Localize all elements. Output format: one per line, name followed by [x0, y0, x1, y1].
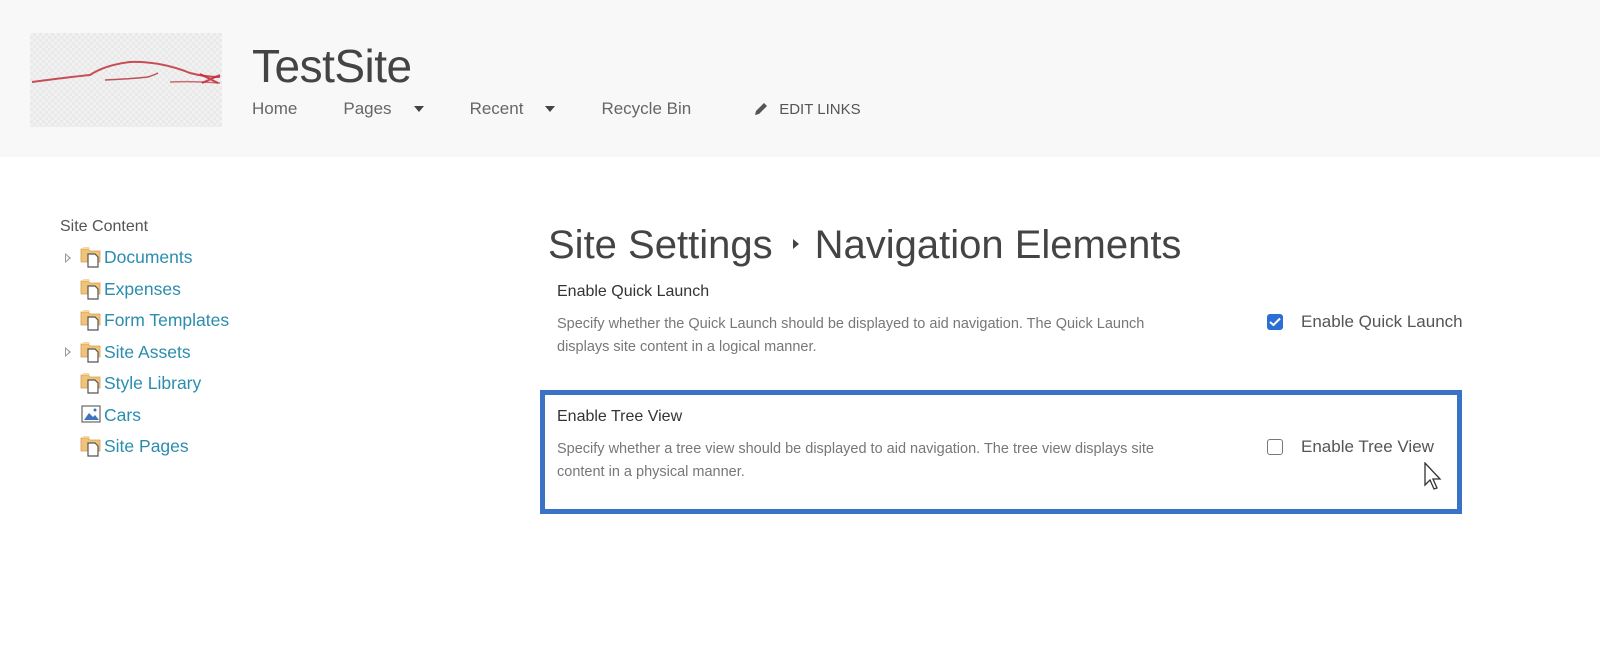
site-title[interactable]: TestSite	[252, 38, 412, 94]
section-description: Specify whether a tree view should be di…	[557, 441, 1154, 480]
tree-item[interactable]: Site Pages	[60, 431, 189, 463]
pages-dropdown-icon[interactable]	[413, 106, 424, 112]
nav-home[interactable]: Home	[252, 99, 297, 119]
section-description: Specify whether the Quick Launch should …	[557, 316, 1145, 355]
tree-item-label[interactable]: Expenses	[104, 279, 181, 300]
expand-arrow-icon[interactable]	[65, 347, 71, 358]
site-content-tree: Documents Expenses Form Templates Site Asse…	[60, 242, 229, 463]
tree-item-label[interactable]: Cars	[104, 405, 141, 426]
car-logo-icon	[31, 60, 221, 84]
enable-quick-launch-option[interactable]: Enable Quick Launch	[1267, 312, 1463, 332]
site-logo[interactable]	[30, 33, 222, 127]
edit-links-label: EDIT LINKS	[779, 100, 861, 118]
nav-recent[interactable]: Recent	[470, 99, 524, 119]
document-library-icon	[80, 341, 104, 363]
edit-links-button[interactable]: EDIT LINKS	[753, 100, 861, 118]
breadcrumb-current: Navigation Elements	[814, 223, 1182, 267]
document-library-icon	[80, 309, 104, 331]
tree-item[interactable]: Style Library	[60, 368, 201, 400]
document-library-icon	[80, 372, 104, 394]
section-title: Enable Tree View	[557, 408, 683, 425]
option-label: Enable Quick Launch	[1301, 312, 1463, 331]
recent-dropdown-icon[interactable]	[545, 106, 556, 112]
document-library-icon	[80, 246, 104, 268]
checkmark-icon	[1269, 317, 1281, 327]
enable-tree-view-option[interactable]: Enable Tree View	[1267, 437, 1434, 457]
site-content-heading: Site Content	[60, 218, 149, 235]
nav-recycle-bin[interactable]: Recycle Bin	[601, 99, 691, 119]
section-title: Enable Quick Launch	[557, 283, 710, 300]
tree-view-section: Enable Tree View Specify whether a tree …	[557, 408, 1497, 484]
picture-library-icon	[80, 404, 104, 426]
tree-item[interactable]: Documents	[60, 242, 193, 274]
quick-launch-section: Enable Quick Launch Specify whether the …	[557, 283, 1497, 359]
tree-item-label[interactable]: Style Library	[104, 373, 201, 394]
tree-item[interactable]: Form Templates	[60, 305, 229, 337]
tree-item-label[interactable]: Form Templates	[104, 310, 229, 331]
tree-item[interactable]: Site Assets	[60, 337, 191, 369]
enable-quick-launch-checkbox[interactable]	[1267, 314, 1283, 330]
document-library-icon	[80, 435, 104, 457]
tree-item-label[interactable]: Site Pages	[104, 436, 189, 457]
expand-arrow-icon[interactable]	[65, 252, 71, 263]
enable-tree-view-checkbox[interactable]	[1267, 439, 1283, 455]
pencil-icon	[755, 103, 768, 115]
page-title: Site Settings Navigation Elements	[548, 220, 1181, 270]
breadcrumb-parent[interactable]: Site Settings	[548, 223, 773, 267]
option-label: Enable Tree View	[1301, 437, 1434, 456]
tree-item-label[interactable]: Documents	[104, 247, 193, 268]
tree-item[interactable]: Expenses	[60, 274, 181, 306]
nav-pages[interactable]: Pages	[343, 99, 391, 119]
top-navigation: Home Pages Recent Recycle Bin EDIT LINKS	[252, 96, 861, 122]
site-header: TestSite Home Pages Recent Recycle Bin E…	[0, 0, 1600, 157]
tree-item-label[interactable]: Site Assets	[104, 342, 191, 363]
mouse-cursor-icon	[1424, 462, 1442, 490]
quick-launch: Site Content Documents Expenses Form Templ…	[60, 218, 229, 463]
breadcrumb-separator-icon	[792, 239, 799, 250]
document-library-icon	[80, 278, 104, 300]
tree-item[interactable]: Cars	[60, 400, 148, 432]
